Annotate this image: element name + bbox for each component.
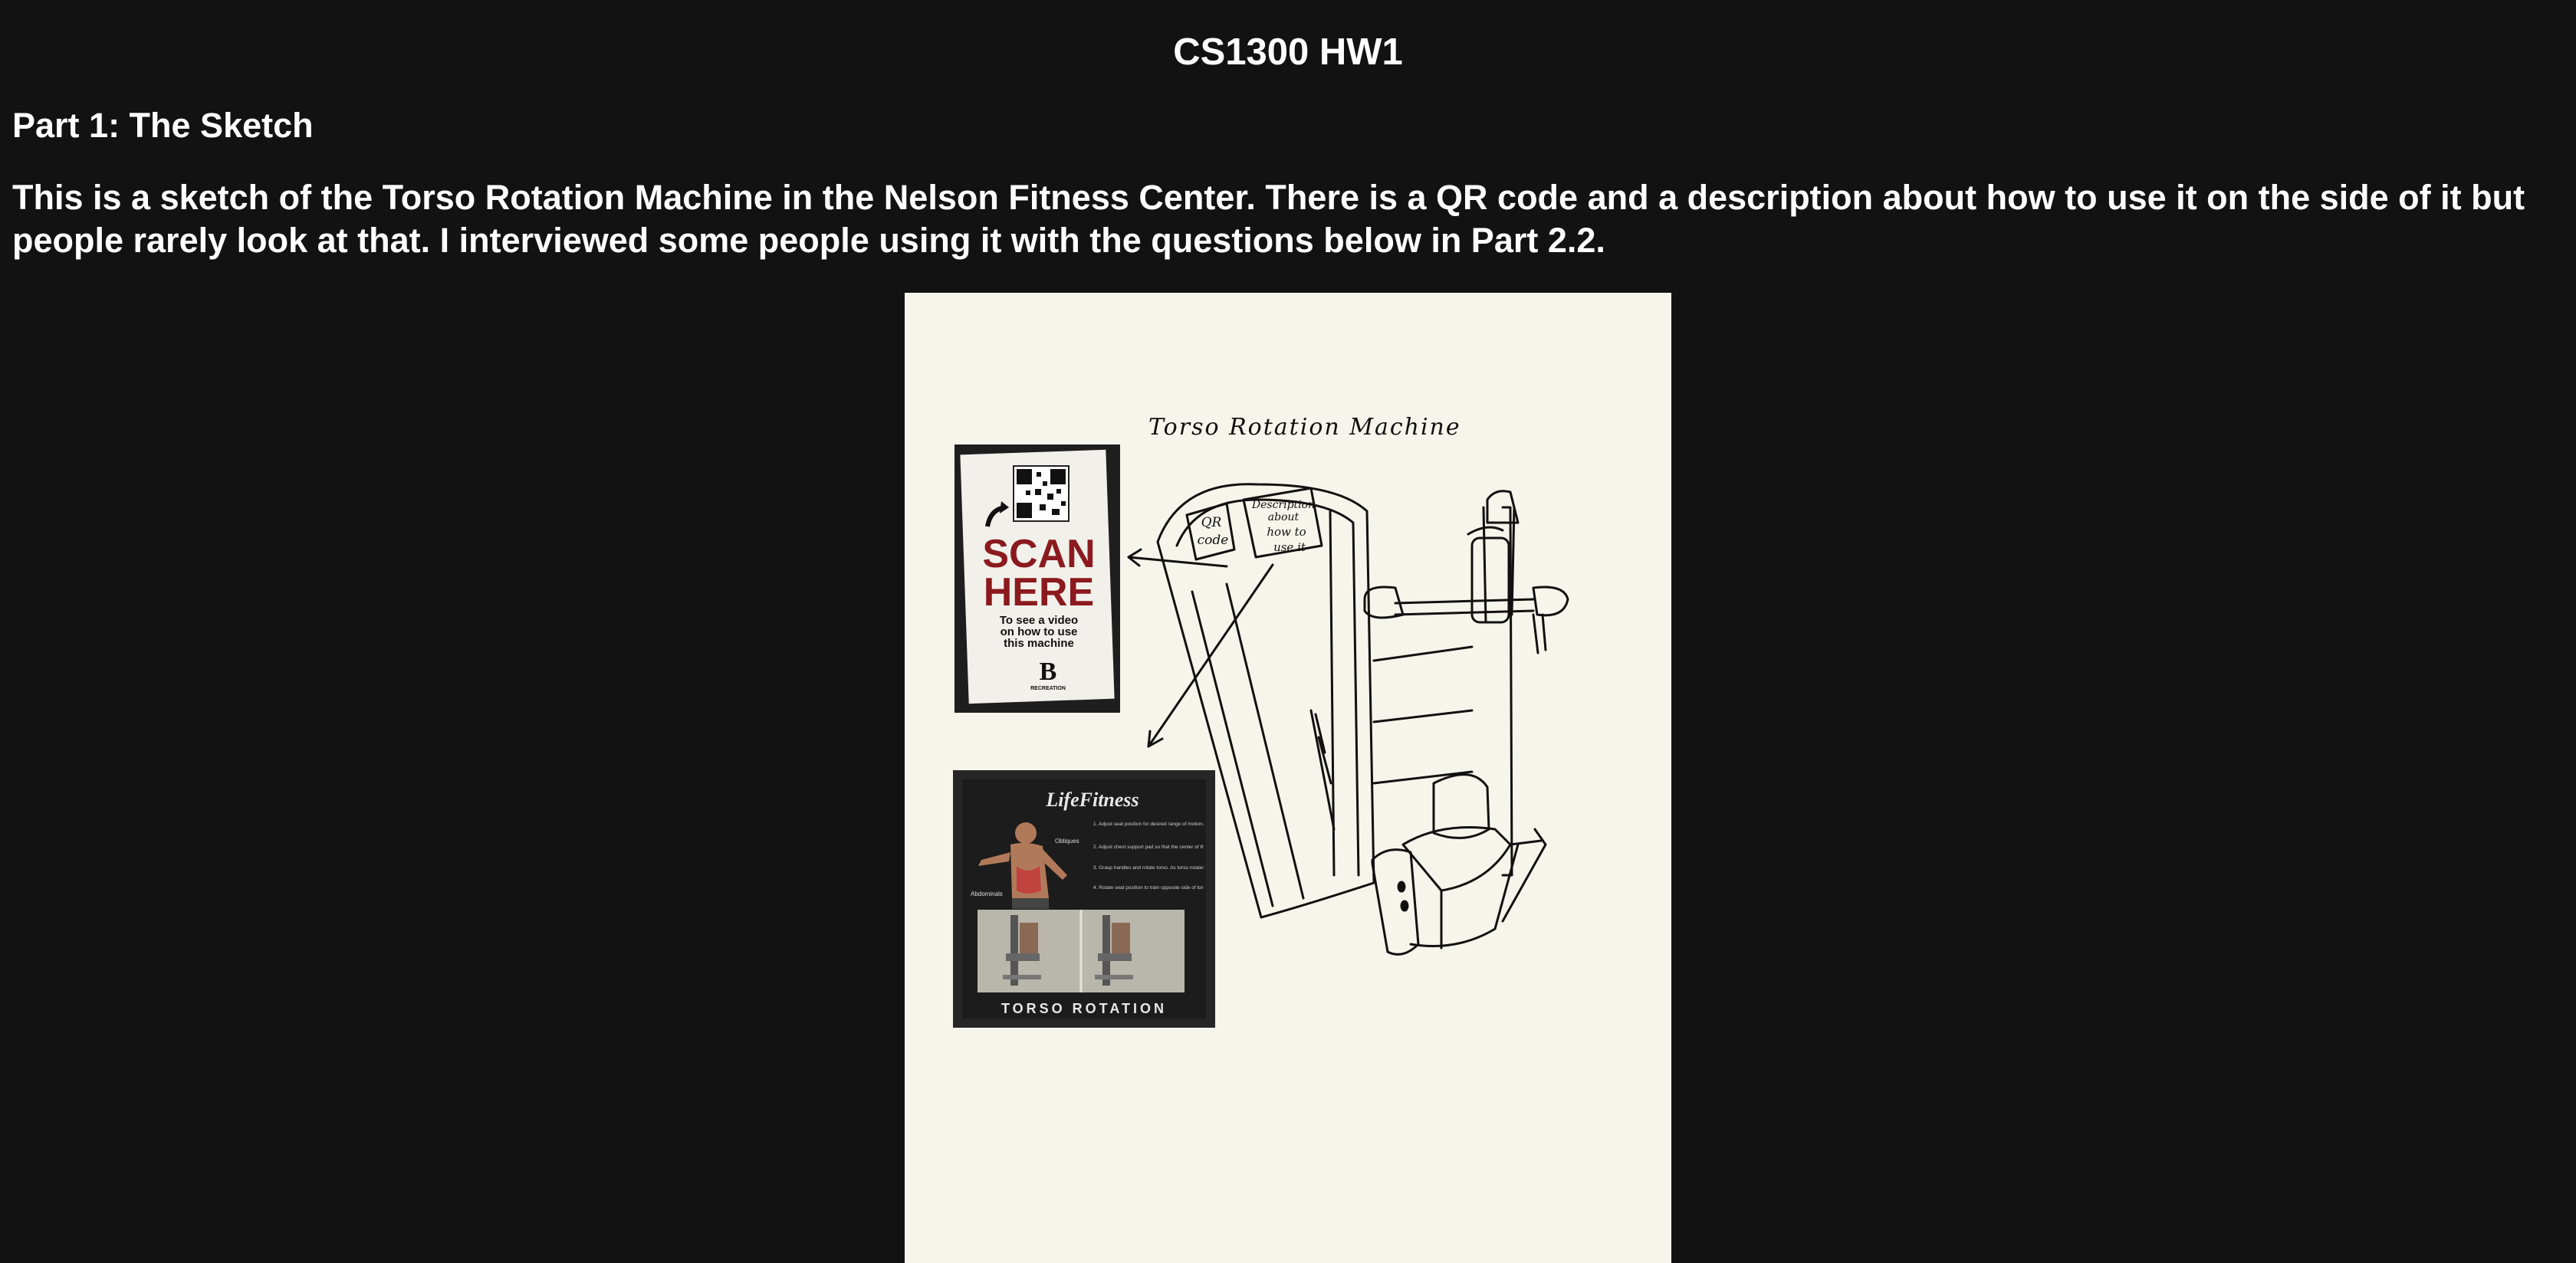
- instruction-step-4: 4. Rotate seat position to train opposit…: [1093, 885, 1210, 891]
- description-label-line-2: about: [1268, 511, 1300, 523]
- qr-code-label-line-2: code: [1198, 533, 1229, 548]
- sketch-drawing: Torso Rotation Machine SCAN HERE To see …: [953, 414, 1569, 1028]
- section-heading: Part 1: The Sketch: [12, 106, 314, 145]
- instruction-step-2: 2. Adjust chest support pad so that the …: [1093, 845, 1270, 850]
- recreation-logo-icon: B: [1040, 658, 1057, 686]
- description-label-line-4: use it: [1273, 540, 1306, 554]
- muscle-label-obliques: Obliques: [1055, 838, 1079, 845]
- qr-poster-photo: SCAN HERE To see a video on how to use t…: [955, 445, 1120, 713]
- recreation-logo-word: RECREATION: [1030, 686, 1066, 691]
- sketch-image: Torso Rotation Machine SCAN HERE To see …: [905, 293, 1671, 1263]
- intro-paragraph: This is a sketch of the Torso Rotation M…: [12, 178, 2525, 260]
- instruction-placard-photo: LifeFitness Obliques Abdominals 1. Adjus…: [953, 770, 1353, 1028]
- page-title: CS1300 HW1: [1173, 31, 1403, 73]
- description-label-line-1: Description: [1251, 499, 1315, 511]
- sketch-title: Torso Rotation Machine: [1148, 414, 1461, 441]
- torso-rotation-footer: TORSO ROTATION: [1001, 1001, 1167, 1016]
- muscle-label-abdominals: Abdominals: [971, 891, 1003, 897]
- instruction-step-1: 1. Adjust seat position for desired rang…: [1093, 822, 1347, 827]
- description-label-line-3: how to: [1267, 525, 1306, 539]
- lifefitness-logo: LifeFitness: [1045, 789, 1138, 811]
- caption-line-3: this machine: [1004, 637, 1074, 650]
- qr-code-icon: [1013, 465, 1070, 522]
- scan-line-2: HERE: [984, 570, 1094, 615]
- qr-code-label-line-1: QR: [1201, 515, 1222, 530]
- instruction-step-3: 3. Grasp handles and rotate torso. As to…: [1093, 865, 1353, 871]
- machine-usage-photos: [978, 910, 1184, 992]
